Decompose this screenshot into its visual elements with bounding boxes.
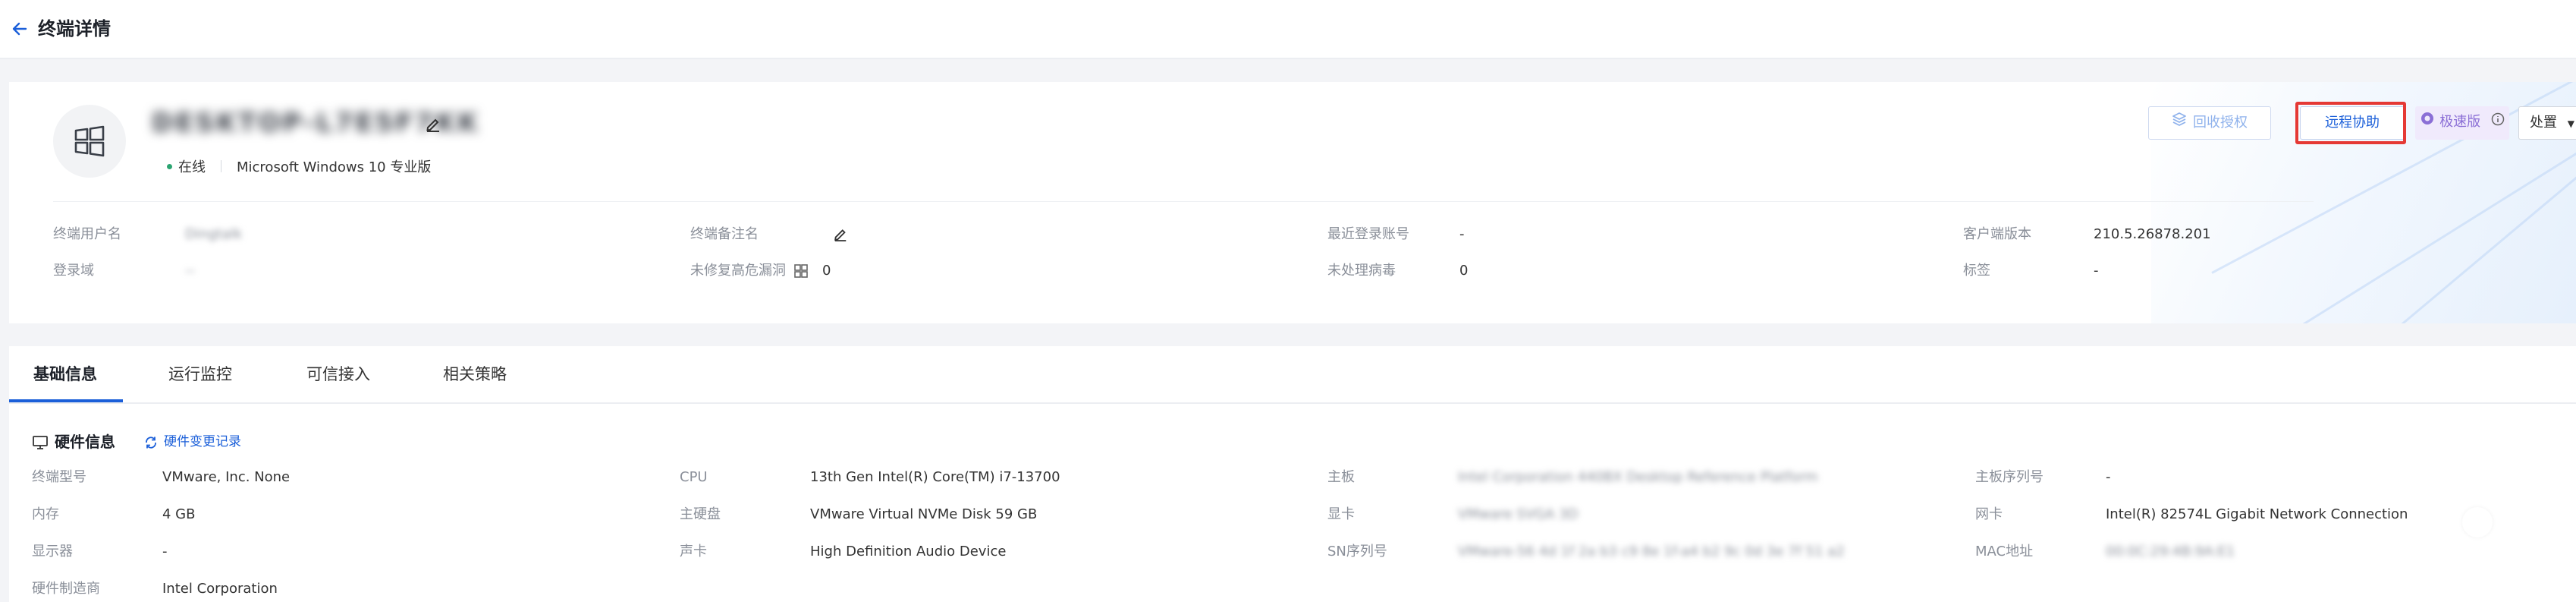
online-status-dot [167,163,172,169]
nic-label: 网卡 [1975,506,2003,522]
display-value: - [162,544,168,559]
sn-value: VMware-56 4d 1f 2a b3 c9 8e 1f-a4 b2 9c … [1458,544,1845,559]
os-name: Microsoft Windows 10 专业版 [237,159,432,175]
sound-card-value: High Definition Audio Device [810,544,1007,559]
cpu-label: CPU [680,469,708,485]
mac-value: 00:0C:29:4B:9A:E1 [2106,544,2235,559]
tab-trusted-access[interactable]: 可信接入 [306,346,370,402]
unhandled-virus-value: 0 [1459,263,1469,279]
cpu-value: 13th Gen Intel(R) Core(TM) i7-13700 [810,469,1060,485]
motherboard-label: 主板 [1327,469,1355,485]
gpu-value: VMware SVGA 3D [1458,506,1579,522]
main-disk-value: VMware Virtual NVMe Disk 59 GB [810,506,1038,522]
motherboard-value: Intel Corporation 440BX Desktop Referenc… [1458,469,1818,485]
tab-runtime-monitor[interactable]: 运行监控 [168,346,232,402]
edit-hostname-icon[interactable] [425,115,441,132]
board-sn-value: - [2106,469,2111,485]
caret-down-icon: ▼ [2567,118,2574,129]
fast-version-icon [2420,106,2435,138]
hardware-section: 硬件信息 硬件变更记录 终端型号 VMware, Inc. None 内存 4 … [9,404,2576,602]
hardware-maker-value: Intel Corporation [162,581,278,597]
edit-remark-icon[interactable] [833,226,848,241]
terminal-user-value: Dingtalk [185,226,243,242]
online-status-text: 在线 [178,159,206,175]
info-icon[interactable] [2491,106,2505,138]
nic-value: Intel(R) 82574L Gigabit Network Connecti… [2106,506,2408,522]
unfixed-vuln-value: 0 [822,263,831,279]
memory-value: 4 GB [162,506,196,522]
terminal-overview-card: DESKTOP-L7E5F7KK 在线 Microsoft Windows 10… [9,82,2576,323]
terminal-user-label: 终端用户名 [53,226,121,242]
hardware-change-history-link[interactable]: 硬件变更记录 [164,431,241,452]
display-label: 显示器 [32,544,73,559]
card-divider [53,201,2314,202]
unfixed-vuln-label: 未修复高危漏洞 [690,263,786,279]
mac-label: MAC地址 [1975,544,2034,559]
tag-value: - [2094,263,2099,279]
tag-label: 标签 [1963,263,1990,279]
refresh-history-icon[interactable] [144,436,158,449]
terminal-status-row: 在线 Microsoft Windows 10 专业版 [167,156,431,176]
remote-assist-button[interactable]: 远程协助 [2300,106,2405,140]
page-title: 终端详情 [38,18,111,39]
last-login-label: 最近登录账号 [1327,226,1409,242]
hardware-section-title: 硬件信息 [55,433,115,451]
sound-card-label: 声卡 [680,544,707,559]
main-disk-label: 主硬盘 [680,506,721,522]
top-bar: 终端详情 [0,0,2576,59]
dispose-dropdown-button[interactable]: 处置 ▼ [2518,106,2576,140]
client-version-label: 客户端版本 [1963,226,2031,242]
fast-version-button[interactable]: 极速版 [2415,106,2509,140]
login-domain-value: -- [185,263,195,279]
floating-action-icon[interactable] [2462,507,2493,537]
terminal-model-label: 终端型号 [32,469,86,485]
active-tab-indicator [9,399,123,402]
gpu-label: 显卡 [1327,506,1355,522]
hardware-maker-label: 硬件制造商 [32,581,100,597]
terminal-remark-label: 终端备注名 [690,226,759,242]
monitor-icon [33,436,48,449]
revoke-license-button[interactable]: 回收授权 [2148,106,2271,140]
terminal-model-value: VMware, Inc. None [162,469,291,485]
board-sn-label: 主板序列号 [1975,469,2044,485]
sn-label: SN序列号 [1327,544,1387,559]
last-login-value: - [1459,226,1465,242]
layers-icon [2172,107,2187,139]
client-version-value: 210.5.26878.201 [2094,226,2211,242]
memory-label: 内存 [32,506,59,522]
tab-basic-info[interactable]: 基础信息 [33,346,97,402]
arrow-left-icon[interactable] [11,20,29,38]
tab-related-policy[interactable]: 相关策略 [443,346,507,402]
login-domain-label: 登录域 [53,263,94,279]
windows-logo-icon [53,105,126,178]
vuln-detail-icon[interactable] [793,263,809,279]
unhandled-virus-label: 未处理病毒 [1327,263,1396,279]
detail-tabs: 基础信息 运行监控 可信接入 相关策略 [9,346,2576,404]
